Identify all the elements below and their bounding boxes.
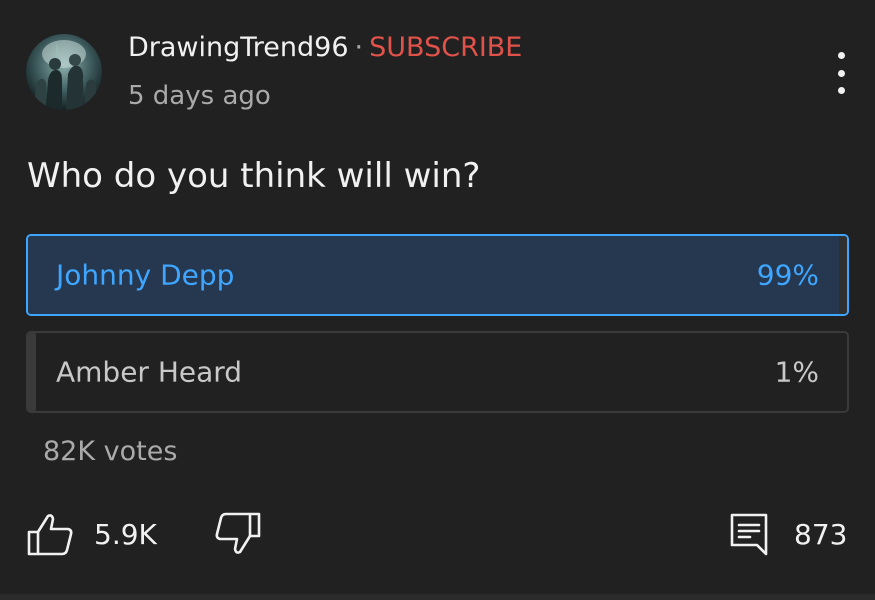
more-options-button[interactable]	[824, 52, 858, 94]
like-button[interactable]: 5.9K	[26, 512, 157, 556]
more-vertical-icon-dot	[837, 69, 845, 77]
thumbs-up-icon	[27, 514, 73, 556]
subscribe-button[interactable]: SUBSCRIBE	[369, 32, 522, 63]
poll-option-percent: 1%	[774, 355, 819, 389]
more-vertical-icon-dot	[837, 87, 845, 94]
poll-option-fill	[28, 333, 37, 411]
poll-question: Who do you think will win?	[27, 156, 481, 196]
comment-count: 873	[794, 517, 848, 551]
post-timestamp: 5 days ago	[128, 81, 271, 111]
channel-avatar[interactable]	[26, 34, 102, 110]
community-post-card: DrawingTrend96 · SUBSCRIBE 5 days ago Who …	[0, 0, 875, 600]
poll-option-percent: 99%	[756, 258, 819, 292]
separator-dot: ·	[354, 32, 364, 63]
more-vertical-icon-dot	[837, 52, 845, 59]
poll-option-amber-heard[interactable]: Amber Heard 1%	[26, 331, 849, 413]
poll-option-johnny-depp[interactable]: Johnny Depp 99%	[26, 234, 849, 316]
channel-avatar-image	[26, 34, 102, 110]
comment-icon	[730, 513, 768, 556]
channel-name[interactable]: DrawingTrend96	[128, 32, 349, 63]
poll-option-label: Johnny Depp	[56, 258, 235, 292]
poll-vote-count: 82K votes	[43, 436, 178, 467]
dislike-button[interactable]	[214, 512, 262, 556]
bottom-divider	[0, 594, 875, 600]
comment-button[interactable]: 873	[730, 512, 847, 556]
like-count: 5.9K	[94, 517, 157, 551]
author-line: DrawingTrend96 · SUBSCRIBE	[128, 32, 522, 63]
poll-option-label: Amber Heard	[56, 355, 243, 389]
thumbs-down-icon	[215, 512, 261, 554]
